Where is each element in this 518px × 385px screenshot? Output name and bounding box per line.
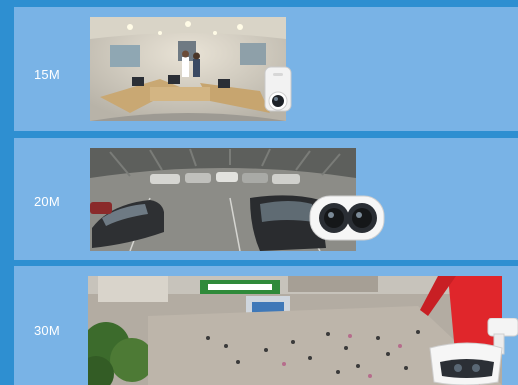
resolution-panel-20m: 20M xyxy=(14,138,518,260)
camera-device-illustration xyxy=(264,66,292,112)
ptz-camera-icon xyxy=(414,318,518,385)
camera-device-illustration xyxy=(309,195,385,241)
resolution-label: 20M xyxy=(34,194,60,209)
resolution-label: 15M xyxy=(34,67,60,82)
office-scene-image xyxy=(90,17,286,121)
resolution-panel-15m: 15M xyxy=(14,7,518,131)
fisheye-camera-icon xyxy=(259,65,299,123)
multi-sensor-camera-icon xyxy=(304,190,390,248)
camera-resolution-comparison: 15M 20M 30M xyxy=(0,0,518,385)
resolution-label: 30M xyxy=(34,323,60,338)
resolution-panel-30m: 30M xyxy=(14,266,518,385)
camera-device-illustration xyxy=(429,318,518,385)
office-fisheye-photo xyxy=(90,17,286,121)
